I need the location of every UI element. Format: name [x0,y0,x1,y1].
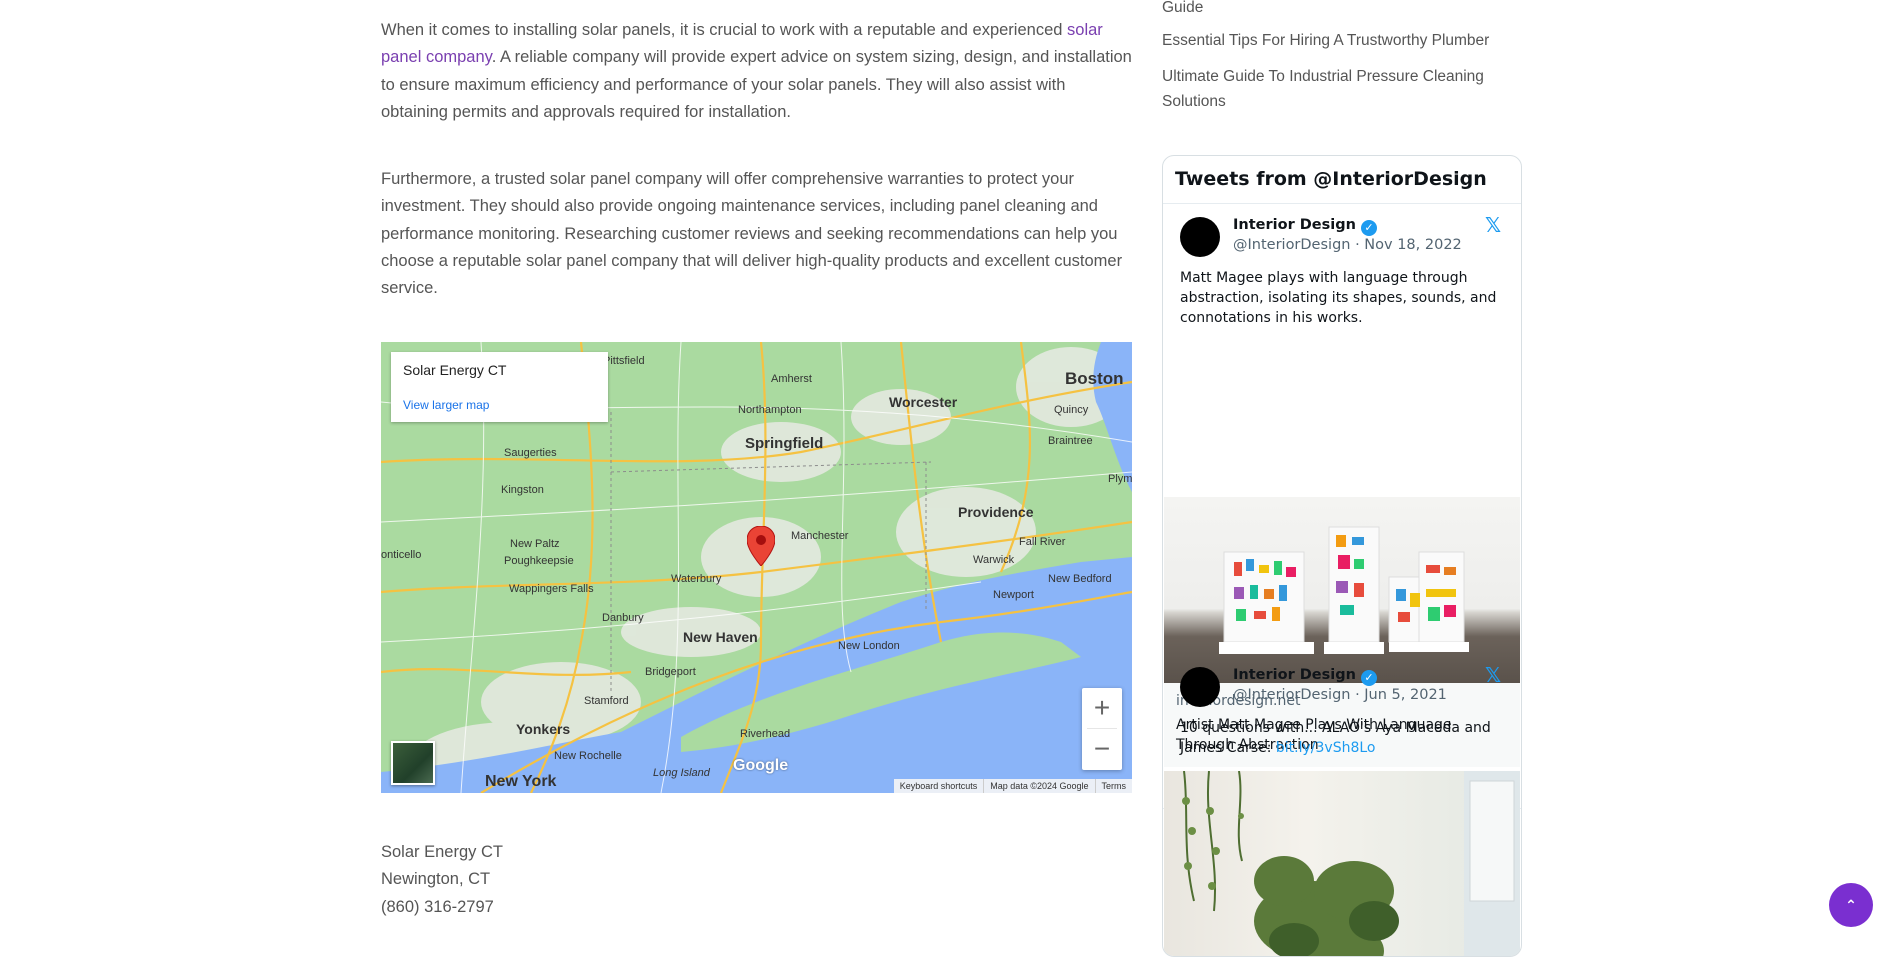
map-label-worcester: Worcester [889,394,958,410]
map-label-plym: Plym [1108,473,1132,485]
map-zoom-controls: + − [1082,688,1122,770]
map-label-springfield: Springfield [745,435,823,452]
map-label-northampton: Northampton [738,404,802,416]
google-logo: Google [733,757,789,774]
x-logo-icon[interactable]: 𝕏 [1485,213,1501,237]
tweet-text: Matt Magee plays with language through a… [1180,270,1497,326]
scroll-to-top-button[interactable]: ⌃ [1829,883,1873,927]
map-label-saugerties: Saugerties [504,447,557,459]
tweet-media-image[interactable] [1164,771,1520,956]
map-label-providence: Providence [958,504,1034,520]
tweet-author-name[interactable]: Interior Design ✓ [1233,667,1377,686]
map-label-manchester: Manchester [791,530,849,542]
map-label-danbury: Danbury [602,612,644,624]
map-label-braintree: Braintree [1048,435,1093,447]
map-label-new-bedford: New Bedford [1048,573,1112,585]
zoom-out-button[interactable]: − [1082,729,1122,769]
map-label-amherst: Amherst [771,373,812,385]
twitter-timeline-header: Tweets from @InteriorDesign [1163,156,1521,204]
map-label-boston: Boston [1065,369,1124,388]
tweet-author-name-text: Interior Design [1233,217,1356,233]
google-map-embed[interactable]: Pittsfield Amherst Worcester Boston Nort… [381,342,1132,793]
satellite-toggle-button[interactable] [391,741,435,785]
map-label-warwick: Warwick [973,554,1015,566]
business-address: Solar Energy CT Newington, CT (860) 316-… [381,839,503,921]
map-label-new-london: New London [838,640,900,652]
map-label-new-york: New York [485,773,557,790]
tweet-card-image[interactable] [1164,497,1520,683]
map-label-new-paltz: New Paltz [510,538,560,550]
sidebar-link-pressure-cleaning[interactable]: Ultimate Guide To Industrial Pressure Cl… [1162,64,1502,114]
business-city: Newington, CT [381,870,491,889]
tweet-handle-date[interactable]: @InteriorDesign · Jun 5, 2021 [1233,687,1447,703]
tweet-handle-date[interactable]: @InteriorDesign · Nov 18, 2022 [1233,237,1462,253]
terms-link[interactable]: Terms [1094,779,1133,793]
sidebar-link-guide[interactable]: Guide [1162,0,1502,20]
twitter-timeline-title[interactable]: Tweets from @InteriorDesign [1175,168,1487,190]
map-label-riverhead: Riverhead [740,728,790,740]
twitter-timeline-embed: Tweets from @InteriorDesign Interior Des… [1162,155,1522,957]
tweet-link[interactable]: bit.ly/3vSh8Lo [1276,740,1376,756]
tweet-author-name-text: Interior Design [1233,667,1356,683]
map-label-bridgeport: Bridgeport [645,666,696,678]
keyboard-shortcuts-link[interactable]: Keyboard shortcuts [894,779,984,793]
business-phone: (860) 316-2797 [381,897,494,916]
x-logo-icon[interactable]: 𝕏 [1485,663,1501,687]
map-place-title: Solar Energy CT [403,362,507,378]
verified-badge-icon: ✓ [1360,220,1377,236]
avatar[interactable] [1180,217,1220,257]
map-footer: Keyboard shortcuts Map data ©2024 Google… [893,779,1133,793]
map-label-waterbury: Waterbury [671,573,722,585]
map-label-quincy: Quincy [1054,404,1089,416]
avatar[interactable] [1180,667,1220,707]
tweet-author-name[interactable]: Interior Design ✓ [1233,217,1377,236]
map-label-fall-river: Fall River [1019,536,1066,548]
map-label-long-island: Long Island [653,767,711,779]
map-label-onticello: onticello [381,549,421,561]
map-data-attribution: Map data ©2024 Google [983,779,1094,793]
map-label-wappingers-falls: Wappingers Falls [509,583,594,595]
map-label-poughkeepsie: Poughkeepsie [504,555,574,567]
map-label-newport: Newport [993,589,1034,601]
map-label-pittsfield: Pittsfield [603,355,645,367]
map-label-yonkers: Yonkers [516,721,570,737]
verified-badge-icon: ✓ [1360,670,1377,686]
map-label-new-haven: New Haven [683,629,758,645]
view-larger-map-link[interactable]: View larger map [403,398,489,412]
article-paragraph-2: Furthermore, a trusted solar panel compa… [381,170,1123,298]
double-chevron-up-icon: ⌃ [1845,897,1857,913]
map-label-new-rochelle: New Rochelle [554,750,622,762]
sidebar-link-plumber[interactable]: Essential Tips For Hiring A Trustworthy … [1162,28,1502,53]
map-label-kingston: Kingston [501,484,544,496]
tweet-text: 10 questions with... ALAO's Aya Maceda a… [1180,720,1491,756]
zoom-in-button[interactable]: + [1082,688,1122,728]
map-label-stamford: Stamford [584,695,629,707]
map-place-card: Solar Energy CT View larger map [391,352,608,422]
article-paragraph-1: When it comes to installing solar panels… [381,21,1132,121]
business-name: Solar Energy CT [381,843,503,861]
